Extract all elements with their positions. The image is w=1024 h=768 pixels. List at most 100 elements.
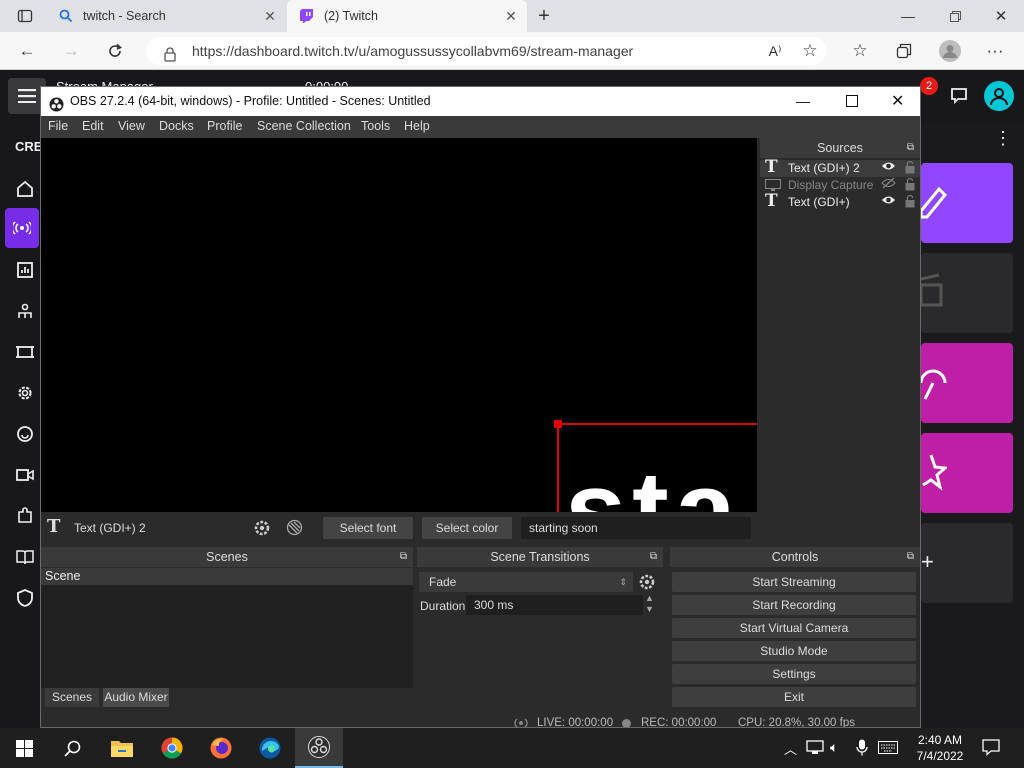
obs-preview-canvas[interactable]: sta xyxy=(41,138,757,512)
select-font-button[interactable]: Select font xyxy=(323,517,413,539)
taskbar-clock[interactable]: 2:40 AM 7/4/2022 xyxy=(910,732,970,764)
content-icon[interactable] xyxy=(12,339,38,365)
video-icon[interactable] xyxy=(12,462,38,488)
microphone-icon[interactable] xyxy=(856,739,868,759)
volume-icon[interactable]: 🔈︎ xyxy=(830,739,838,756)
obs-taskbar-icon[interactable] xyxy=(295,728,343,768)
tab-audio-mixer[interactable]: Audio Mixer xyxy=(103,688,169,707)
duration-input[interactable]: 300 ms xyxy=(466,595,643,615)
notification-badge: 2 xyxy=(920,77,938,95)
network-icon[interactable] xyxy=(806,740,824,758)
show-hidden-icons-chevron-icon[interactable]: ︿ xyxy=(784,739,797,758)
notification-center-icon[interactable] xyxy=(982,738,1000,759)
browser-tab-twitch[interactable]: (2) Twitch ✕ xyxy=(287,0,527,32)
resize-handle[interactable] xyxy=(554,420,562,428)
menu-help[interactable]: Help xyxy=(404,119,430,133)
minimize-icon[interactable]: — xyxy=(895,3,921,29)
menu-docks[interactable]: Docks xyxy=(159,119,194,133)
undock-icon[interactable]: ⧉ xyxy=(650,547,657,567)
eye-hidden-icon[interactable] xyxy=(881,177,896,194)
eye-visible-icon[interactable] xyxy=(881,160,896,177)
start-streaming-button[interactable]: Start Streaming xyxy=(672,572,916,592)
close-tab-icon[interactable]: ✕ xyxy=(503,8,519,24)
menu-file[interactable]: File xyxy=(48,119,68,133)
collections-icon[interactable] xyxy=(891,38,917,64)
transition-properties-gear-icon[interactable] xyxy=(638,573,656,594)
favorites-icon[interactable]: ☆ xyxy=(847,38,873,64)
close-tab-icon[interactable]: ✕ xyxy=(262,8,278,24)
source-item[interactable]: T Text (GDI+) 2 xyxy=(760,159,920,177)
firefox-icon[interactable] xyxy=(197,728,245,768)
text-input[interactable]: starting soon xyxy=(521,517,751,539)
quick-action-raid-tile[interactable] xyxy=(921,343,1013,423)
studio-mode-button[interactable]: Studio Mode xyxy=(672,641,916,661)
quick-action-edit-tile[interactable] xyxy=(921,163,1013,243)
obs-maximize-icon[interactable] xyxy=(846,95,858,107)
file-explorer-icon[interactable] xyxy=(98,728,146,768)
user-avatar[interactable] xyxy=(984,81,1014,111)
undock-icon[interactable]: ⧉ xyxy=(400,547,407,567)
viewer-rewards-icon[interactable] xyxy=(12,421,38,447)
new-tab-icon[interactable]: + xyxy=(531,3,557,29)
obs-menu-bar: File Edit View Docks Profile Scene Colle… xyxy=(41,116,920,138)
filters-icon[interactable] xyxy=(286,519,303,539)
refresh-icon[interactable] xyxy=(102,38,128,64)
home-icon[interactable] xyxy=(12,176,38,202)
lock-icon[interactable] xyxy=(905,194,915,213)
live-broadcast-icon xyxy=(511,717,531,727)
select-color-button[interactable]: Select color xyxy=(422,517,512,539)
quick-action-highlight-tile[interactable] xyxy=(921,433,1013,513)
stream-manager-nav-icon[interactable] xyxy=(5,208,39,248)
obs-minimize-icon[interactable]: — xyxy=(796,87,810,116)
windows-start-icon[interactable] xyxy=(0,728,48,768)
restore-icon[interactable] xyxy=(942,3,968,29)
tab-actions-icon[interactable] xyxy=(12,3,38,29)
scene-item[interactable]: Scene xyxy=(41,568,413,585)
more-options-icon[interactable]: ··· xyxy=(982,38,1008,64)
keyboard-icon[interactable] xyxy=(878,741,898,757)
menu-scene-collection[interactable]: Scene Collection xyxy=(257,119,351,133)
extensions-icon[interactable] xyxy=(12,503,38,529)
properties-gear-icon[interactable] xyxy=(253,519,271,540)
url-field[interactable]: https://dashboard.twitch.tv/u/amogussuss… xyxy=(146,37,826,65)
back-icon[interactable]: ← xyxy=(14,38,40,64)
profile-avatar-icon[interactable] xyxy=(937,38,963,64)
settings-button[interactable]: Settings xyxy=(672,664,916,684)
exit-button[interactable]: Exit xyxy=(672,687,916,707)
menu-edit[interactable]: Edit xyxy=(82,119,104,133)
start-recording-button[interactable]: Start Recording xyxy=(672,595,916,615)
close-window-icon[interactable]: ✕ xyxy=(988,3,1014,29)
source-item[interactable]: Display Capture xyxy=(760,177,920,194)
browser-tab-search[interactable]: twitch - Search ✕ xyxy=(46,0,286,32)
quick-action-clip-tile[interactable] xyxy=(921,253,1013,333)
menu-profile[interactable]: Profile xyxy=(207,119,242,133)
edge-icon[interactable] xyxy=(246,728,294,768)
selected-source-name: Text (GDI+) 2 xyxy=(74,521,146,535)
more-vertical-icon[interactable]: ⋮ xyxy=(992,128,1014,148)
forward-icon[interactable]: → xyxy=(58,38,84,64)
undock-icon[interactable]: ⧉ xyxy=(907,138,914,158)
source-item[interactable]: T Text (GDI+) xyxy=(760,193,920,213)
community-icon[interactable] xyxy=(12,298,38,324)
eye-visible-icon[interactable] xyxy=(881,194,896,211)
read-aloud-icon[interactable]: A⁾ xyxy=(762,38,788,64)
undock-icon[interactable]: ⧉ xyxy=(907,547,914,567)
tab-scenes[interactable]: Scenes xyxy=(45,688,99,707)
whispers-icon[interactable] xyxy=(948,85,970,107)
analytics-icon[interactable] xyxy=(12,257,38,283)
chrome-icon[interactable] xyxy=(148,728,196,768)
obs-title-bar: OBS 27.2.4 (64-bit, windows) - Profile: … xyxy=(41,87,920,116)
add-favorite-icon[interactable]: ☆ xyxy=(797,38,823,64)
menu-tools[interactable]: Tools xyxy=(361,119,390,133)
start-virtual-camera-button[interactable]: Start Virtual Camera xyxy=(672,618,916,638)
transition-select[interactable]: Fade ⇕ xyxy=(419,572,633,592)
quick-action-add-tile[interactable]: + xyxy=(921,523,1013,603)
learn-icon[interactable] xyxy=(12,544,38,570)
menu-view[interactable]: View xyxy=(118,119,145,133)
taskbar-search-icon[interactable] xyxy=(48,728,96,768)
obs-close-icon[interactable]: ✕ xyxy=(891,87,904,116)
live-time: LIVE: 00:00:00 xyxy=(537,717,614,728)
safety-shield-icon[interactable] xyxy=(12,585,38,611)
duration-stepper[interactable]: ▲ ▼ xyxy=(645,593,654,615)
settings-gear-icon[interactable] xyxy=(12,380,38,406)
